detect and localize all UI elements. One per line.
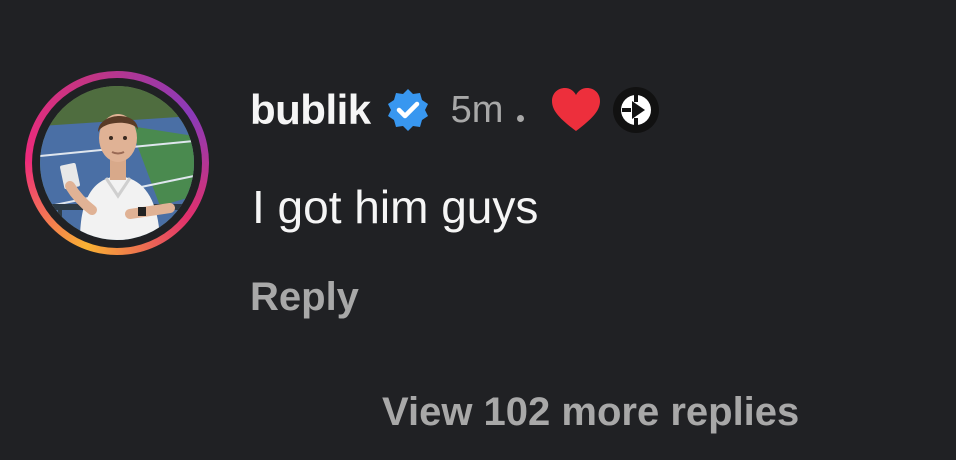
comment-item: bublik 5m I got him guys Reply View 102 … [0, 0, 956, 460]
creator-logo-icon [612, 86, 660, 134]
reply-button[interactable]: Reply [250, 275, 359, 320]
comment-body: I got him guys [252, 181, 539, 233]
comment-timestamp: 5m [450, 88, 504, 131]
story-ring[interactable] [25, 71, 209, 255]
avatar-photo [40, 86, 194, 240]
username[interactable]: bublik [250, 86, 371, 134]
view-more-replies-button[interactable]: View 102 more replies [382, 390, 799, 435]
comment-header: bublik 5m [250, 80, 660, 140]
separator-dot [517, 114, 525, 122]
heart-icon[interactable] [550, 87, 602, 133]
verified-badge-icon [385, 87, 431, 133]
avatar[interactable] [40, 86, 194, 240]
